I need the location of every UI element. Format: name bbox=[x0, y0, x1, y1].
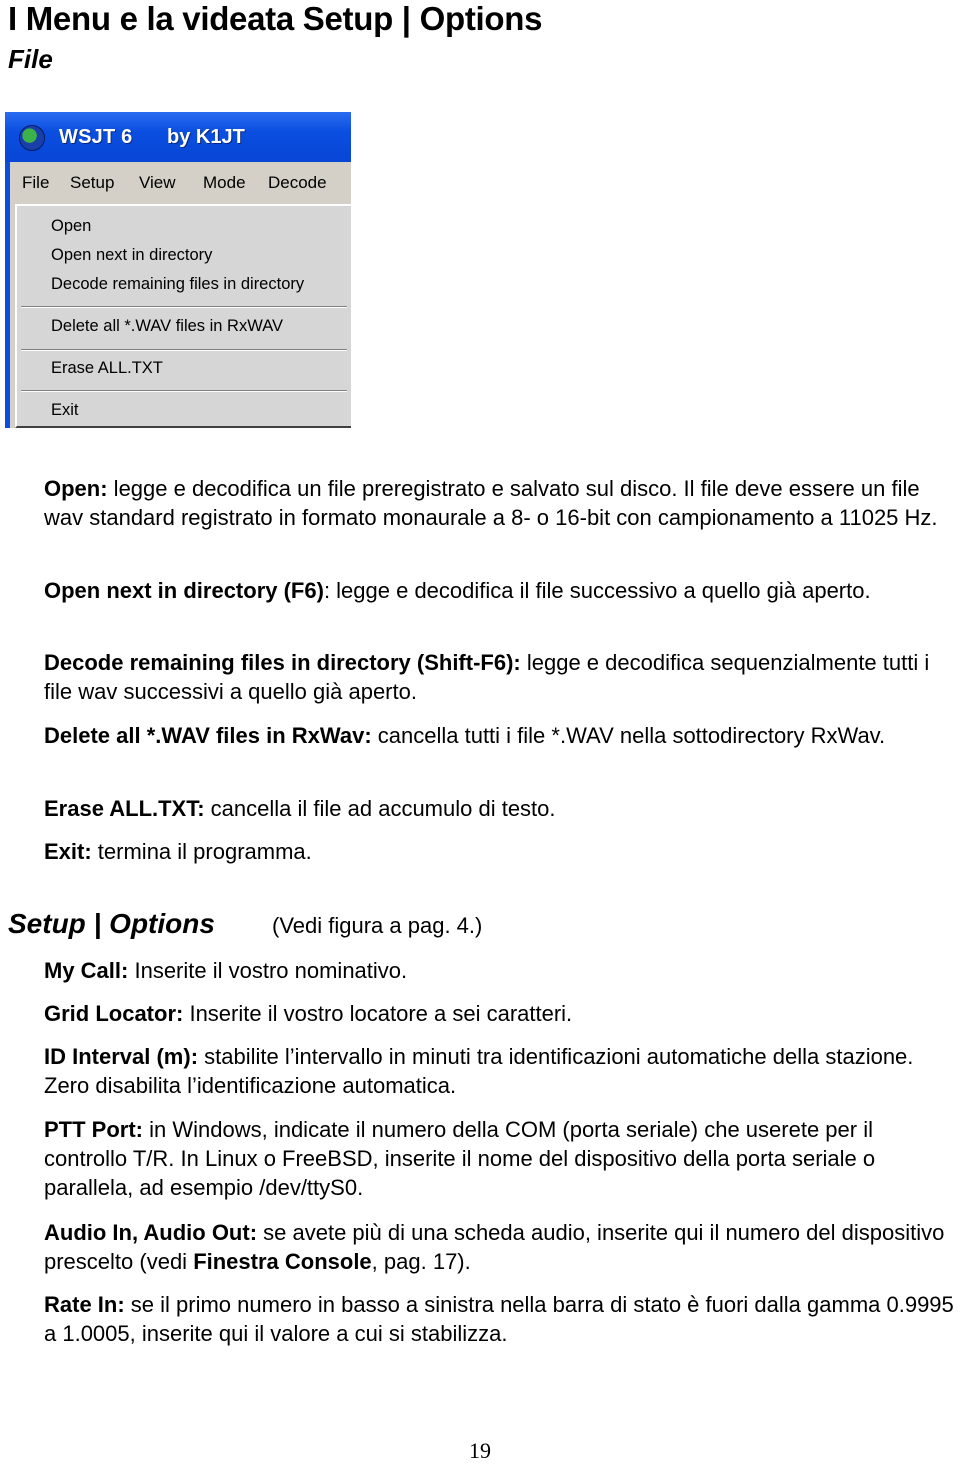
definition: legge e decodifica un file preregistrato… bbox=[44, 476, 938, 530]
description-my-call: My Call: Inserite il vostro nominativo. bbox=[44, 956, 954, 985]
description-id-interval: ID Interval (m): stabilite l’intervallo … bbox=[44, 1042, 954, 1100]
menu-item-erase-all[interactable]: Erase ALL.TXT bbox=[51, 359, 163, 378]
term: Decode remaining files in directory (Shi… bbox=[44, 650, 521, 675]
term: Rate In: bbox=[44, 1292, 125, 1317]
window-titlebar: WSJT 6 by K1JT bbox=[5, 112, 351, 162]
term: Erase ALL.TXT: bbox=[44, 796, 205, 821]
description-decode-remaining: Decode remaining files in directory (Shi… bbox=[44, 648, 954, 706]
term: My Call: bbox=[44, 958, 129, 983]
menu-item-open-next[interactable]: Open next in directory bbox=[51, 246, 212, 265]
menu-separator bbox=[21, 306, 347, 308]
menu-item-delete-wav[interactable]: Delete all *.WAV files in RxWAV bbox=[51, 317, 283, 336]
menu-decode[interactable]: Decode bbox=[268, 173, 327, 193]
menu-item-open[interactable]: Open bbox=[51, 217, 91, 236]
definition: Inserite il vostro locatore a sei caratt… bbox=[183, 1001, 573, 1026]
description-exit: Exit: termina il programma. bbox=[44, 837, 954, 866]
page-title: I Menu e la videata Setup | Options bbox=[8, 0, 543, 37]
term: Audio In, Audio Out: bbox=[44, 1220, 258, 1245]
window-title-author: by K1JT bbox=[167, 126, 245, 148]
description-erase-all: Erase ALL.TXT: cancella il file ad accum… bbox=[44, 794, 954, 823]
definition: in Windows, indicate il numero della COM… bbox=[44, 1117, 876, 1200]
description-open: Open: legge e decodifica un file preregi… bbox=[44, 474, 954, 532]
file-menu-dropdown: Open Open next in directory Decode remai… bbox=[15, 204, 351, 428]
menu-setup[interactable]: Setup bbox=[70, 173, 114, 193]
term: Exit: bbox=[44, 839, 92, 864]
figure-reference: (Vedi figura a pag. 4.) bbox=[272, 913, 483, 938]
globe-icon bbox=[19, 125, 45, 151]
wsjt-window-screenshot: WSJT 6 by K1JT File Setup View Mode Deco… bbox=[5, 112, 351, 428]
window-title: WSJT 6 bbox=[59, 126, 133, 148]
definition: Inserite il vostro nominativo. bbox=[128, 958, 408, 983]
description-audio-in-out: Audio In, Audio Out: se avete più di una… bbox=[44, 1218, 954, 1276]
menu-item-decode-remaining[interactable]: Decode remaining files in directory bbox=[51, 275, 304, 294]
console-window-reference: Finestra Console bbox=[193, 1249, 372, 1274]
definition: cancella tutti i file *.WAV nella sottod… bbox=[371, 723, 886, 748]
section-heading-setup-options: Setup | Options bbox=[8, 908, 215, 939]
description-grid-locator: Grid Locator: Inserite il vostro locator… bbox=[44, 999, 954, 1028]
menu-mode[interactable]: Mode bbox=[203, 173, 246, 193]
menu-item-exit[interactable]: Exit bbox=[51, 401, 79, 420]
term: Open: bbox=[44, 476, 108, 501]
page-number: 19 bbox=[469, 1438, 491, 1463]
definition: : legge e decodifica il file successivo … bbox=[323, 578, 871, 603]
term: Open next in directory (F6) bbox=[44, 578, 324, 603]
definition: cancella il file ad accumulo di testo. bbox=[204, 796, 556, 821]
term: PTT Port: bbox=[44, 1117, 143, 1142]
term: Grid Locator: bbox=[44, 1001, 184, 1026]
description-open-next: Open next in directory (F6): legge e dec… bbox=[44, 576, 954, 605]
definition: se il primo numero in basso a sinistra n… bbox=[44, 1292, 954, 1346]
term: ID Interval (m): bbox=[44, 1044, 199, 1069]
menu-separator bbox=[21, 349, 347, 351]
menu-view[interactable]: View bbox=[139, 173, 176, 193]
menubar: File Setup View Mode Decode bbox=[10, 162, 351, 202]
description-delete-wav: Delete all *.WAV files in RxWav: cancell… bbox=[44, 721, 954, 750]
definition-continued: , pag. 17). bbox=[371, 1249, 471, 1274]
menu-separator bbox=[21, 390, 347, 392]
menu-file[interactable]: File bbox=[22, 173, 49, 193]
definition: termina il programma. bbox=[91, 839, 312, 864]
description-rate-in: Rate In: se il primo numero in basso a s… bbox=[44, 1290, 954, 1348]
description-ptt-port: PTT Port: in Windows, indicate il numero… bbox=[44, 1115, 954, 1202]
section-heading-file: File bbox=[8, 44, 53, 74]
term: Delete all *.WAV files in RxWav: bbox=[44, 723, 372, 748]
